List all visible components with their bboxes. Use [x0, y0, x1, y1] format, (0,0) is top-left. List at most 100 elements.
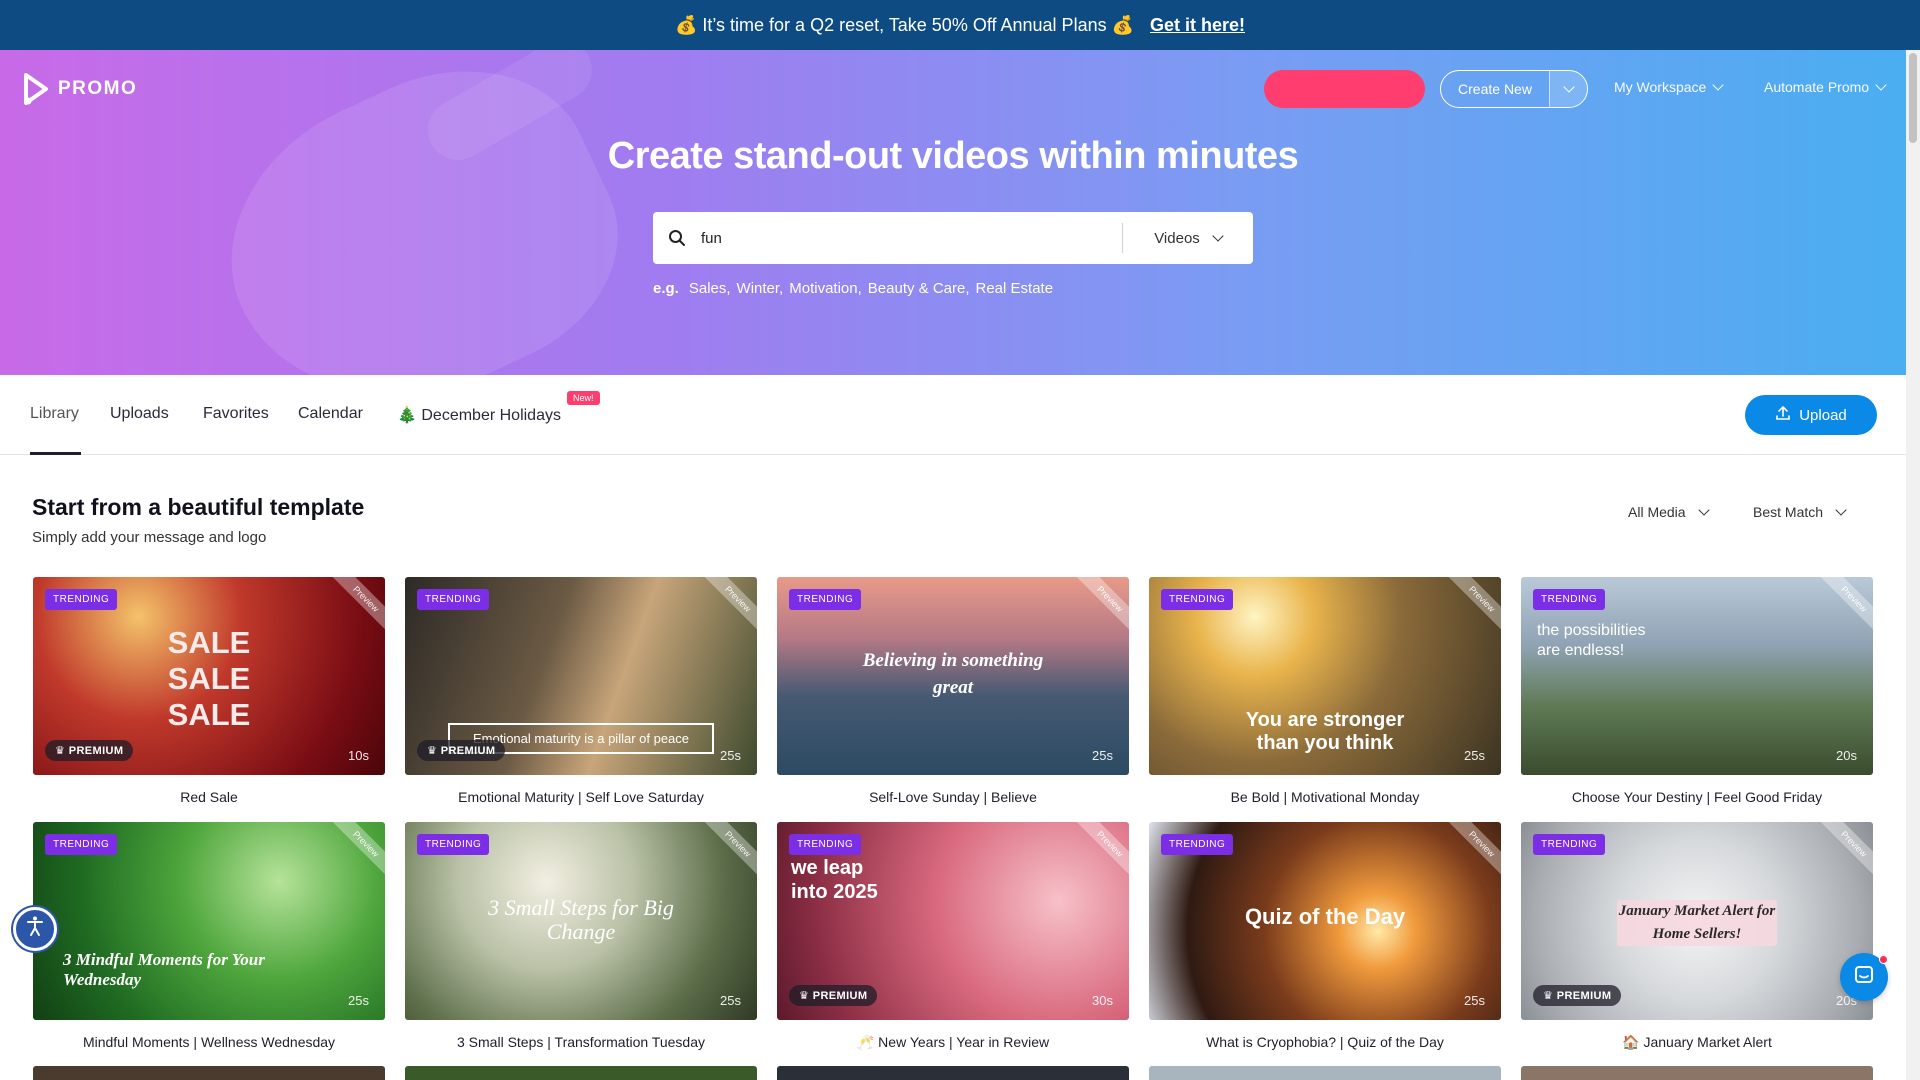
- premium-badge: ♛ PREMIUM: [1533, 985, 1622, 1006]
- chat-icon: [1853, 964, 1875, 991]
- template-thumbnail[interactable]: Emotional maturity is a pillar of peace …: [405, 577, 757, 775]
- template-thumbnail[interactable]: Believing in something great TRENDING 25…: [777, 577, 1129, 775]
- template-title[interactable]: What is Cryophobia? | Quiz of the Day: [1149, 1034, 1501, 1050]
- accessibility-icon: [23, 914, 47, 944]
- thumbnail-overlay-text: SALE SALE SALE: [167, 625, 251, 732]
- preview-ribbon: Preview: [1444, 822, 1501, 882]
- chevron-down-icon: [1875, 79, 1887, 91]
- trending-badge: TRENDING: [417, 589, 490, 610]
- premium-badge: ♛ PREMIUM: [789, 985, 878, 1006]
- example-motivation[interactable]: Motivation,: [789, 280, 862, 297]
- upgrade-button[interactable]: [1264, 70, 1425, 108]
- chevron-down-icon: [1212, 230, 1224, 242]
- chevron-down-icon: [1697, 504, 1710, 516]
- template-card[interactable]: 3 Small Steps for Big Change TRENDING 25…: [405, 822, 757, 1052]
- duration-label: 25s: [1464, 748, 1485, 763]
- template-card[interactable]: Believing in something great TRENDING 25…: [777, 577, 1129, 807]
- scrollbar-thumb[interactable]: [1909, 53, 1917, 143]
- upload-button[interactable]: Upload: [1745, 395, 1877, 435]
- duration-label: 25s: [720, 748, 741, 763]
- duration-label: 30s: [1092, 993, 1113, 1008]
- template-title[interactable]: 🏠 January Market Alert: [1521, 1034, 1873, 1051]
- accessibility-button[interactable]: [13, 907, 57, 951]
- preview-ribbon: Preview: [1072, 577, 1129, 637]
- template-title[interactable]: Choose Your Destiny | Feel Good Friday: [1521, 789, 1873, 805]
- create-new-dropdown[interactable]: [1549, 71, 1587, 107]
- brand-logo[interactable]: PROMO: [22, 73, 137, 105]
- template-title[interactable]: 🥂 New Years | Year in Review: [777, 1034, 1129, 1051]
- template-title[interactable]: Red Sale: [33, 789, 385, 805]
- thumbnail-overlay-text: Believing in something great: [862, 650, 1044, 698]
- create-new-button[interactable]: Create New: [1440, 70, 1588, 108]
- trending-badge: TRENDING: [1533, 834, 1606, 855]
- chat-launcher-button[interactable]: [1840, 953, 1888, 1001]
- hero-title: Create stand-out videos within minutes: [607, 135, 1299, 177]
- duration-label: 25s: [348, 993, 369, 1008]
- template-thumbnail[interactable]: 3 Mindful Moments for Your Wednesday TRE…: [33, 822, 385, 1020]
- template-card[interactable]: the possibilities are endless! TRENDING …: [1521, 577, 1873, 807]
- trending-badge: TRENDING: [1161, 834, 1234, 855]
- media-filter-label: All Media: [1628, 504, 1686, 520]
- template-card-partial[interactable]: [405, 1066, 757, 1080]
- preview-ribbon: Preview: [1816, 577, 1873, 637]
- template-card[interactable]: You are stronger than you think TRENDING…: [1149, 577, 1501, 807]
- search-examples: e.g. Sales, Winter, Motivation, Beauty &…: [653, 280, 1053, 297]
- template-thumbnail[interactable]: Quiz of the Day TRENDING 25s Preview: [1149, 822, 1501, 1020]
- tab-library[interactable]: Library: [30, 405, 79, 423]
- template-title[interactable]: 3 Small Steps | Transformation Tuesday: [405, 1034, 757, 1050]
- trending-badge: TRENDING: [789, 834, 862, 855]
- sort-dropdown[interactable]: Best Match: [1753, 504, 1847, 520]
- example-winter[interactable]: Winter,: [737, 280, 784, 297]
- media-filter-dropdown[interactable]: All Media: [1628, 504, 1710, 520]
- template-card-partial[interactable]: [1521, 1066, 1873, 1080]
- my-workspace-menu[interactable]: My Workspace: [1614, 79, 1724, 95]
- premium-badge: ♛ PREMIUM: [417, 740, 506, 761]
- template-title[interactable]: Mindful Moments | Wellness Wednesday: [33, 1034, 385, 1050]
- search-input[interactable]: [701, 212, 1122, 264]
- tab-favorites[interactable]: Favorites: [203, 405, 269, 423]
- template-card[interactable]: Emotional maturity is a pillar of peace …: [405, 577, 757, 807]
- template-card-partial[interactable]: [777, 1066, 1129, 1080]
- automate-promo-menu[interactable]: Automate Promo: [1764, 79, 1887, 95]
- template-card[interactable]: January Market Alert for Home Sellers! T…: [1521, 822, 1873, 1052]
- promo-message: 💰 It’s time for a Q2 reset, Take 50% Off…: [674, 14, 1134, 35]
- template-title[interactable]: Emotional Maturity | Self Love Saturday: [405, 789, 757, 805]
- template-card-partial[interactable]: [33, 1066, 385, 1080]
- template-thumbnail[interactable]: the possibilities are endless! TRENDING …: [1521, 577, 1873, 775]
- template-thumbnail[interactable]: we leap into 2025 TRENDING ♛ PREMIUM 30s…: [777, 822, 1129, 1020]
- search-icon[interactable]: [653, 229, 701, 247]
- trending-badge: TRENDING: [1533, 589, 1606, 610]
- thumbnail-overlay-text: Quiz of the Day: [1244, 904, 1406, 929]
- duration-label: 10s: [348, 748, 369, 763]
- template-title[interactable]: Be Bold | Motivational Monday: [1149, 789, 1501, 805]
- preview-ribbon: Preview: [700, 822, 757, 882]
- template-thumbnail[interactable]: January Market Alert for Home Sellers! T…: [1521, 822, 1873, 1020]
- trending-badge: TRENDING: [45, 589, 118, 610]
- template-card[interactable]: we leap into 2025 TRENDING ♛ PREMIUM 30s…: [777, 822, 1129, 1052]
- preview-ribbon: Preview: [328, 822, 385, 882]
- page-scrollbar[interactable]: [1906, 50, 1920, 1080]
- tab-uploads[interactable]: Uploads: [110, 405, 169, 423]
- create-new-label[interactable]: Create New: [1441, 71, 1549, 107]
- duration-label: 25s: [1092, 748, 1113, 763]
- upload-icon: [1775, 405, 1791, 425]
- thumbnail-overlay-text: 3 Small Steps for Big Change: [488, 895, 674, 944]
- tab-calendar[interactable]: Calendar: [298, 405, 363, 423]
- template-thumbnail[interactable]: 3 Small Steps for Big Change TRENDING 25…: [405, 822, 757, 1020]
- tab-december-holidays[interactable]: 🎄 December Holidays: [397, 405, 561, 425]
- template-card[interactable]: 3 Mindful Moments for Your Wednesday TRE…: [33, 822, 385, 1052]
- template-thumbnail[interactable]: SALE SALE SALE TRENDING ♛ PREMIUM 10s Pr…: [33, 577, 385, 775]
- example-real-estate[interactable]: Real Estate: [976, 280, 1054, 297]
- example-sales[interactable]: Sales,: [689, 280, 731, 297]
- template-card[interactable]: SALE SALE SALE TRENDING ♛ PREMIUM 10s Pr…: [33, 577, 385, 807]
- media-type-select[interactable]: Videos: [1123, 230, 1253, 247]
- template-card[interactable]: Quiz of the Day TRENDING 25s Preview Wha…: [1149, 822, 1501, 1052]
- template-card-partial[interactable]: [1149, 1066, 1501, 1080]
- template-thumbnail[interactable]: You are stronger than you think TRENDING…: [1149, 577, 1501, 775]
- chevron-down-icon: [1712, 79, 1724, 91]
- example-beauty-care[interactable]: Beauty & Care,: [868, 280, 970, 297]
- upload-label: Upload: [1799, 406, 1847, 424]
- section-subtitle: Simply add your message and logo: [32, 529, 267, 546]
- promo-cta-link[interactable]: Get it here!: [1150, 15, 1245, 36]
- template-title[interactable]: Self-Love Sunday | Believe: [777, 789, 1129, 805]
